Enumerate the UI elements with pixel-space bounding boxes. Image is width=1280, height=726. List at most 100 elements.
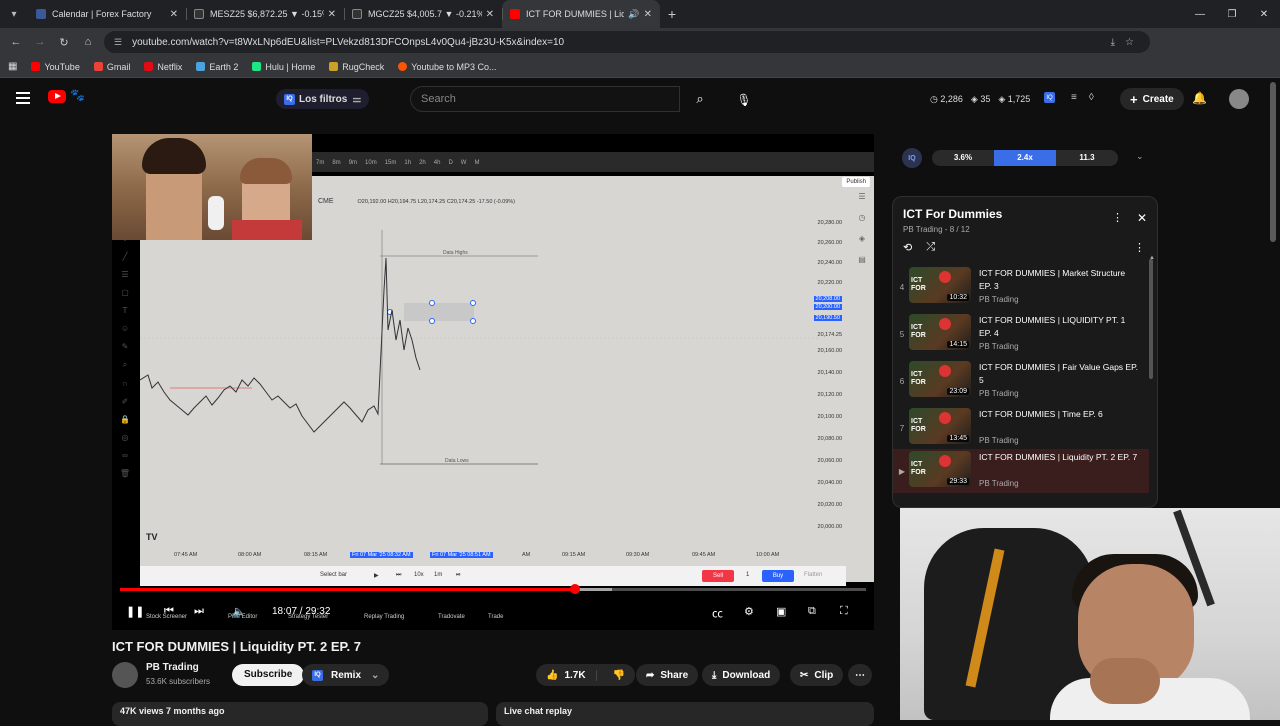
- voice-search-button[interactable]: 🎙: [730, 86, 758, 114]
- miniplayer-icon[interactable]: ▣: [776, 605, 786, 618]
- time-tick-label: 09:30 AM: [626, 552, 650, 558]
- close-tab-icon[interactable]: ✕: [328, 9, 336, 20]
- scrubber-handle[interactable]: [570, 584, 581, 594]
- url-text: youtube.com/watch?v=t8WxLNp6dEU&list=PLV…: [132, 36, 565, 48]
- tab-search-icon[interactable]: ▾: [0, 0, 28, 28]
- bookmark-gmail[interactable]: Gmail: [93, 62, 130, 72]
- iq-icon[interactable]: IQ: [1044, 92, 1055, 103]
- bookmark-youtube[interactable]: YouTube: [31, 62, 80, 72]
- like-dislike-group: 👍 1.7K 👎: [536, 664, 636, 686]
- bars-icon[interactable]: ≡: [1071, 92, 1077, 103]
- bookmarks-bar: ▦ YouTube Gmail Netflix Earth 2 Hulu | H…: [0, 56, 1280, 78]
- playlist-more-icon[interactable]: ⋮: [1134, 241, 1145, 254]
- volume-icon[interactable]: 🔈: [232, 605, 246, 618]
- bookmark-hulu[interactable]: Hulu | Home: [252, 62, 315, 72]
- reload-icon[interactable]: ↻: [52, 36, 76, 49]
- share-button[interactable]: ➦ Share: [636, 664, 699, 686]
- live-chat-replay[interactable]: Live chat replay: [496, 702, 874, 726]
- percent-pill[interactable]: 3.6%: [932, 150, 994, 166]
- bookmark-star-icon[interactable]: ☆: [1125, 37, 1134, 48]
- speed-pill[interactable]: 2.4x: [994, 150, 1056, 166]
- clip-button[interactable]: ✂ Clip: [790, 664, 844, 686]
- fib-icon: ☰: [121, 270, 129, 279]
- timeframe-option: M: [474, 160, 480, 166]
- minimize-icon[interactable]: —: [1184, 0, 1216, 28]
- home-icon[interactable]: ⌂: [76, 36, 100, 48]
- cast-icon[interactable]: ⧉: [808, 605, 816, 618]
- search-button[interactable]: ⌕: [680, 86, 720, 112]
- site-info-icon[interactable]: ☰: [114, 37, 122, 48]
- shuffle-icon[interactable]: ⤮: [926, 241, 935, 254]
- close-tab-icon[interactable]: ✕: [644, 9, 652, 20]
- create-button[interactable]: + Create: [1120, 88, 1184, 110]
- browser-tab[interactable]: MESZ25 $6,872.25 ▼ -0.15% ✕: [186, 0, 344, 28]
- jump-icon: ⏯: [456, 572, 461, 578]
- value-pill[interactable]: 11.3: [1056, 150, 1118, 166]
- chevron-down-icon[interactable]: ⌄: [1136, 151, 1144, 162]
- apps-grid-icon[interactable]: ▦: [8, 61, 17, 72]
- notifications-bell-icon[interactable]: 🔔: [1192, 91, 1207, 105]
- playlist-panel: ICT For Dummies PB Trading - 8 / 12 ⋮ ✕ …: [892, 196, 1158, 508]
- forexfactory-favicon-icon: [36, 9, 46, 19]
- browser-tab-active[interactable]: ICT FOR DUMMIES | Liquidit 🔊 ✕: [502, 0, 660, 28]
- eye-icon: ◎: [121, 433, 129, 442]
- list-item[interactable]: 4 ICT FOR 10:32 ICT FOR DUMMIES | Market S…: [893, 265, 1149, 309]
- description-box[interactable]: 47K views 7 months ago: [112, 702, 488, 726]
- next-icon[interactable]: ⏭: [194, 605, 204, 618]
- search-input[interactable]: Search: [410, 86, 680, 112]
- more-actions-button[interactable]: ⋯: [848, 664, 872, 686]
- progress-bar[interactable]: [120, 584, 866, 594]
- video-player[interactable]: 7m 8m 9m 10m 15m 1h 2h 4h D W M Publish CME O20,19…: [112, 134, 874, 630]
- address-bar[interactable]: ☰ youtube.com/watch?v=t8WxLNp6dEU&list=P…: [104, 31, 1150, 53]
- page-scrollbar[interactable]: [1270, 82, 1276, 242]
- install-app-icon[interactable]: ⤓: [1111, 37, 1115, 48]
- video-thumbnail: ICT FOR 13:45: [909, 408, 971, 444]
- youtube-logo-icon[interactable]: [48, 90, 66, 103]
- audio-playing-icon[interactable]: 🔊: [628, 9, 639, 20]
- playlist-title[interactable]: ICT For Dummies: [903, 207, 1002, 221]
- new-tab-button[interactable]: +: [660, 0, 684, 28]
- list-item-current[interactable]: ▶ ICT FOR 29:33 ICT FOR DUMMIES | Liquidit…: [893, 449, 1149, 493]
- pause-icon[interactable]: ❚❚: [126, 605, 144, 618]
- channel-avatar[interactable]: [112, 662, 138, 688]
- close-icon[interactable]: ✕: [1137, 211, 1147, 225]
- iq-extension-logo-icon[interactable]: IQ: [902, 148, 922, 168]
- browser-tab[interactable]: MGCZ25 $4,005.7 ▼ -0.21% ✕: [344, 0, 502, 28]
- bookmark-yt-mp3[interactable]: Youtube to MP3 Co...: [398, 62, 497, 72]
- download-button[interactable]: ⤓ Download: [702, 664, 781, 686]
- list-item[interactable]: 5 ICT FOR 14:15 ICT FOR DUMMIES | LIQUIDIT…: [893, 312, 1149, 356]
- previous-icon[interactable]: ⏮: [164, 605, 174, 618]
- remix-button[interactable]: IQ Remix ⌄: [302, 664, 390, 686]
- list-item[interactable]: 7 ICT FOR 13:45 ICT FOR DUMMIES | Time EP.…: [893, 406, 1149, 450]
- like-button[interactable]: 👍 1.7K: [536, 669, 597, 681]
- list-item[interactable]: 6 ICT FOR 23:09 ICT FOR DUMMIES | Fair Val…: [893, 359, 1149, 403]
- filters-button[interactable]: IQ Los filtros ⚌: [276, 89, 370, 109]
- channel-name[interactable]: PB Trading: [146, 662, 199, 673]
- logo-doodle-icon[interactable]: 🐾: [70, 88, 85, 102]
- bookmark-earth2[interactable]: Earth 2: [196, 62, 238, 72]
- subscribe-button[interactable]: Subscribe: [232, 664, 305, 686]
- tag-icon[interactable]: ◊: [1089, 92, 1094, 103]
- forward-icon[interactable]: →: [28, 36, 52, 48]
- restore-icon[interactable]: ❐: [1216, 0, 1248, 28]
- browser-tab[interactable]: Calendar | Forex Factory ✕: [28, 0, 186, 28]
- close-tab-icon[interactable]: ✕: [170, 9, 178, 20]
- bookmark-netflix[interactable]: Netflix: [144, 62, 182, 72]
- dislike-button[interactable]: 👎: [603, 670, 635, 681]
- item-title: ICT FOR DUMMIES | Market Structure EP. 3: [979, 268, 1126, 291]
- symbol-line: CME O20,192.00 H20,194.75 L20,174.25 C20…: [318, 198, 515, 205]
- close-window-icon[interactable]: ✕: [1248, 0, 1280, 28]
- close-tab-icon[interactable]: ✕: [486, 9, 494, 20]
- loop-icon[interactable]: ⟲: [903, 241, 912, 254]
- hamburger-menu-icon[interactable]: [16, 92, 30, 104]
- tab-title: Calendar | Forex Factory: [52, 9, 152, 19]
- symbol-label: CME: [318, 198, 334, 205]
- avatar[interactable]: [1229, 89, 1249, 109]
- price-tick-label: 20,174.25: [817, 332, 842, 338]
- back-icon[interactable]: ←: [4, 36, 28, 48]
- settings-gear-icon[interactable]: ⚙: [744, 605, 754, 618]
- fullscreen-icon[interactable]: ⛶: [840, 605, 848, 618]
- captions-icon[interactable]: ㏄: [712, 605, 723, 621]
- playlist-menu-icon[interactable]: ⋮: [1112, 211, 1123, 224]
- bookmark-rugcheck[interactable]: RugCheck: [329, 62, 384, 72]
